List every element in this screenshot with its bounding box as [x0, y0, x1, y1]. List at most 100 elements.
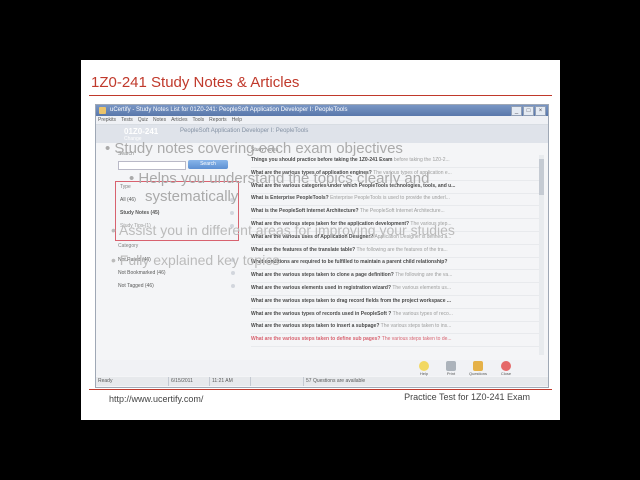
- status-date: 6/15/2011: [168, 377, 209, 386]
- notes-list: Study Notes Things you should practice b…: [248, 147, 544, 361]
- list-item[interactable]: Things you should practice before taking…: [251, 157, 541, 163]
- list-item[interactable]: What are the features of the translate t…: [251, 247, 541, 253]
- questions-icon: [473, 361, 483, 371]
- change-exam-link[interactable]: Change: [124, 136, 142, 142]
- row-divider: [251, 179, 541, 181]
- list-item[interactable]: What are the various steps taken for the…: [251, 221, 541, 227]
- question-title: What are the various steps taken to defi…: [251, 336, 381, 343]
- question-title: What are the various steps taken to clon…: [251, 272, 394, 279]
- exam-name: PeopleSoft Application Developer I: Peop…: [180, 128, 309, 134]
- close-window-button[interactable]: ×: [535, 106, 546, 116]
- category-label: Category: [118, 243, 139, 249]
- status-blank: [250, 377, 303, 386]
- question-snippet: The various steps taken to de...: [380, 336, 452, 343]
- row-divider: [251, 346, 541, 348]
- row-divider: [251, 333, 541, 335]
- type-all[interactable]: All (46): [120, 197, 136, 203]
- questions-button[interactable]: Questions: [468, 361, 488, 376]
- window-titlebar: uCertify - Study Notes List for 01Z0-241…: [96, 105, 548, 116]
- menu-reports[interactable]: Reports: [209, 116, 227, 124]
- list-item[interactable]: What is Enterprise PeopleTools? Enterpri…: [251, 195, 541, 201]
- row-divider: [251, 269, 541, 271]
- list-item[interactable]: What are the various elements used in re…: [251, 285, 541, 291]
- type-study-notes[interactable]: Study Notes (45): [120, 210, 159, 216]
- question-title: What is Enterprise PeopleTools?: [251, 195, 329, 202]
- print-label: Print: [446, 371, 456, 376]
- help-icon: [419, 361, 429, 371]
- footer-url[interactable]: http://www.ucertify.com/: [109, 394, 203, 404]
- list-item[interactable]: What are the various types of applicatio…: [251, 170, 541, 176]
- app-window: uCertify - Study Notes List for 01Z0-241…: [95, 104, 549, 388]
- question-title: What are the various elements used in re…: [251, 285, 392, 291]
- footer-caption: Practice Test for 1Z0-241 Exam: [404, 392, 530, 402]
- menu-notes[interactable]: Notes: [153, 116, 166, 124]
- question-snippet: Enterprise PeopleTools is used to provid…: [328, 195, 450, 202]
- row-divider: [251, 205, 541, 207]
- search-input[interactable]: [118, 161, 186, 170]
- menu-tests[interactable]: Tests: [121, 116, 133, 124]
- notes-scrollbar-thumb[interactable]: [539, 159, 544, 195]
- title-divider: [89, 95, 552, 96]
- menu-quiz[interactable]: Quiz: [138, 116, 148, 124]
- status-ready: Ready: [98, 378, 113, 384]
- exam-code: 01Z0-241: [124, 127, 159, 136]
- question-title: What are the various types of applicatio…: [251, 169, 372, 176]
- question-title: What are the various types of records us…: [251, 310, 392, 317]
- question-title: What are the various categories under wh…: [251, 182, 456, 189]
- question-snippet: The various types of reco...: [391, 310, 453, 317]
- category-not-rated[interactable]: Not Rated (46): [118, 257, 151, 263]
- question-title: What are the various steps taken to drag…: [251, 297, 452, 304]
- row-divider: [251, 282, 541, 284]
- slide-title: 1Z0-241 Study Notes & Articles: [91, 74, 300, 91]
- question-snippet: The various elements us...: [391, 285, 451, 291]
- list-item[interactable]: What are the various categories under wh…: [251, 183, 541, 189]
- help-button[interactable]: Help: [414, 361, 434, 376]
- question-snippet: The various types of application e...: [371, 169, 452, 176]
- count-badge: [230, 224, 234, 228]
- menu-bar: Prepkits Tests Quiz Notes Articles Tools…: [96, 116, 548, 125]
- close-button[interactable]: Close: [496, 361, 516, 376]
- menu-prepkits[interactable]: Prepkits: [98, 116, 116, 124]
- row-divider: [251, 218, 541, 220]
- app-icon: [99, 107, 106, 114]
- row-divider: [251, 243, 541, 245]
- notes-list-header: Study Notes: [251, 147, 279, 153]
- question-title: What are the features of the translate t…: [251, 246, 356, 253]
- row-divider: [251, 192, 541, 194]
- list-item[interactable]: What are the various uses of Application…: [251, 234, 541, 240]
- list-item[interactable]: What are the various types of records us…: [251, 311, 541, 317]
- status-bar: Ready 6/15/2011 11:21 AM 57 Questions ar…: [96, 377, 548, 386]
- print-button[interactable]: Print: [441, 361, 461, 376]
- list-item[interactable]: What conditions are required to be fulfi…: [251, 259, 541, 265]
- question-snippet: The following are the features of the tr…: [355, 246, 448, 253]
- maximize-button[interactable]: □: [523, 106, 534, 116]
- count-badge: [231, 284, 235, 288]
- list-item[interactable]: What are the various steps taken to clon…: [251, 272, 541, 278]
- row-divider: [251, 295, 541, 296]
- close-icon: [501, 361, 511, 371]
- footer-divider: [89, 389, 552, 390]
- list-item[interactable]: What is the PeopleSoft Internet Architec…: [251, 208, 541, 214]
- type-study-tips[interactable]: Study Tips (1): [120, 223, 151, 229]
- list-item[interactable]: What are the various steps taken to inse…: [251, 323, 541, 329]
- category-not-tagged[interactable]: Not Tagged (46): [118, 283, 154, 289]
- slide: 1Z0-241 Study Notes & Articles uCertify …: [81, 60, 560, 420]
- menu-tools[interactable]: Tools: [192, 116, 204, 124]
- status-time: 11:21 AM: [209, 377, 250, 386]
- count-badge: [230, 198, 234, 202]
- question-snippet: Application Designer is defined a...: [373, 233, 452, 240]
- menu-help[interactable]: Help: [232, 116, 242, 124]
- minimize-button[interactable]: _: [511, 106, 522, 116]
- count-badge: [231, 258, 235, 262]
- action-bar: Help Print Questions Close: [96, 360, 548, 376]
- search-button[interactable]: Search: [188, 160, 228, 169]
- filter-panel: Search Search Type All (46) Study Notes …: [114, 147, 239, 347]
- list-item[interactable]: What are the various steps taken to defi…: [251, 336, 541, 342]
- menu-articles[interactable]: Articles: [171, 116, 187, 124]
- question-title: What are the various steps taken to inse…: [251, 323, 380, 330]
- window-title: uCertify - Study Notes List for 01Z0-241…: [110, 107, 348, 113]
- category-not-bookmarked[interactable]: Not Bookmarked (46): [118, 270, 166, 276]
- row-divider: [251, 256, 541, 258]
- question-title: What are the various steps taken for the…: [251, 221, 410, 227]
- list-item[interactable]: What are the various steps taken to drag…: [251, 298, 541, 304]
